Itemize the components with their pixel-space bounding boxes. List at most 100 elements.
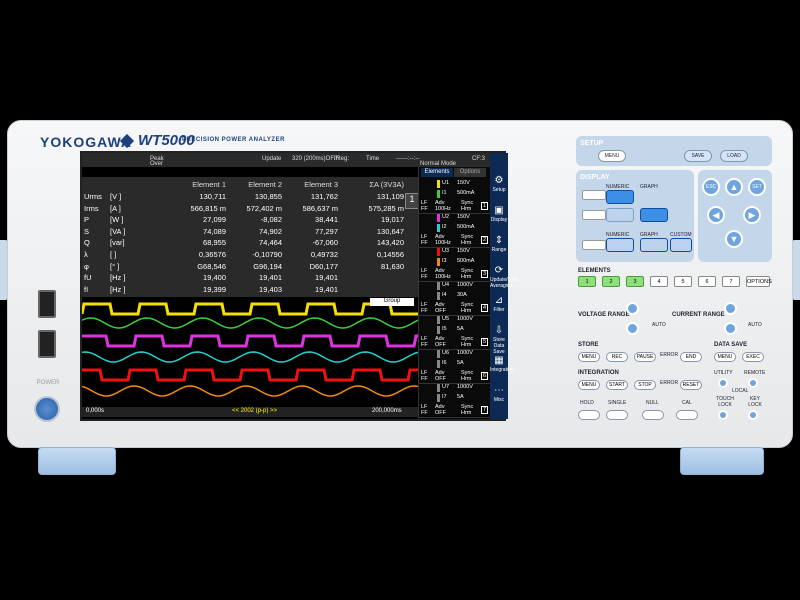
null-button[interactable]	[642, 410, 664, 420]
up-arrow-icon[interactable]: ▲	[725, 178, 743, 196]
save-button[interactable]: SAVE	[684, 150, 712, 162]
element-button-4[interactable]: 4	[650, 276, 668, 287]
current-auto[interactable]: AUTO	[748, 322, 762, 328]
table-cell: D60,177	[309, 261, 338, 271]
numeric-softkey-1[interactable]	[606, 190, 634, 204]
element-button-2[interactable]: 2	[602, 276, 620, 287]
left-foot	[38, 447, 116, 475]
table-cell: P	[84, 215, 90, 225]
menu-icon: ▦	[494, 355, 504, 366]
store-title: STORE	[578, 342, 599, 348]
table-cell: 131,109	[376, 192, 404, 201]
pause-button[interactable]: PAUSE	[634, 352, 656, 362]
menu-icon: ▣	[494, 205, 504, 216]
element-button-7[interactable]: 7	[722, 276, 740, 287]
numeric-softkey-2[interactable]	[606, 208, 634, 222]
reset-button[interactable]: RESET	[680, 380, 702, 390]
menu-item[interactable]: ▣ Display	[490, 205, 508, 235]
tab-options[interactable]: Options	[454, 168, 486, 177]
table-cell: 19,399	[203, 284, 226, 294]
element-button-6[interactable]: 6	[698, 276, 716, 287]
table-cell: 74,464	[259, 238, 282, 248]
table-row: λ [ ] 0,36576 -0,10790 0,49732 0,14556	[82, 249, 418, 261]
rec-button[interactable]: REC	[606, 352, 628, 362]
menu-item[interactable]: ⇩ Store Data Save	[490, 325, 508, 355]
i-color-swatch	[437, 224, 440, 232]
i-range: 5A	[457, 360, 464, 366]
integration-error-label: ERROR	[660, 380, 679, 386]
touch-screen[interactable]: Peak Over Update 320 (200ms)OF/F Integ: …	[80, 151, 518, 421]
integration-menu-button[interactable]: MENU	[578, 380, 600, 390]
element-button-1[interactable]: 1	[578, 276, 596, 287]
left-arrow-icon[interactable]: ◀	[707, 206, 725, 224]
layout-key-3[interactable]	[582, 240, 606, 250]
menu-item[interactable]: ⚙ Setup	[490, 175, 508, 205]
esc-button[interactable]: ESC	[702, 178, 720, 196]
custom-softkey[interactable]	[670, 238, 692, 252]
element-item[interactable]: U1 150V I1 500mA LF FF Adv 100Hz Sync Hrm 1	[419, 178, 491, 214]
down-arrow-icon[interactable]: ▼	[725, 230, 743, 248]
cal-button[interactable]	[676, 410, 698, 420]
element-buttons: 1 2 3 4 5 6 7 OPTIONS	[572, 276, 772, 290]
voltage-down-icon[interactable]	[626, 322, 639, 335]
element-number-box: 6	[481, 372, 488, 380]
element-item[interactable]: U2 150V I2 500mA LF FF Adv 100Hz Sync Hrm 2	[419, 212, 491, 248]
menu-item[interactable]: ⟳ Update/Data Averaging	[490, 265, 518, 295]
table-cell: 74,089	[203, 226, 226, 236]
element-item[interactable]: U6 1000V I6 5A LF FF Adv OFF Sync Hrm 6	[419, 348, 491, 384]
menu-button[interactable]: MENU	[598, 150, 626, 162]
voltage-auto[interactable]: AUTO	[652, 322, 666, 328]
touch-lock-button[interactable]	[718, 410, 728, 420]
data-save-menu-button[interactable]: MENU	[714, 352, 736, 362]
graph-softkey-3[interactable]	[640, 238, 668, 252]
options-button[interactable]: OPTIONS	[746, 276, 772, 287]
exec-button[interactable]: EXEC	[742, 352, 764, 362]
current-up-icon[interactable]	[724, 302, 737, 315]
table-cell: Irms	[84, 203, 99, 213]
stop-button[interactable]: STOP	[634, 380, 656, 390]
element-list: U1 150V I1 500mA LF FF Adv 100Hz Sync Hrm 1 U2 150V I…	[419, 178, 491, 418]
u-color-swatch	[437, 316, 440, 324]
current-down-icon[interactable]	[724, 322, 737, 335]
single-button[interactable]	[606, 410, 628, 420]
start-button[interactable]: START	[606, 380, 628, 390]
layout-key-1[interactable]	[582, 190, 606, 200]
u-range: 150V	[457, 248, 470, 254]
side-menu: ⚙ Setup ▣ Display ⇕ Range ⟳ Update/Data Averagi…	[490, 153, 518, 419]
element-button-3[interactable]: 3	[626, 276, 644, 287]
table-row: fU [Hz ] 19,400 19,401 19,401	[82, 272, 418, 284]
status-bar: Peak Over Update 320 (200ms)OF/F Integ: …	[82, 153, 504, 167]
element-item[interactable]: U5 1000V I5 5A LF FF Adv OFF Sync Hrm 5	[419, 314, 491, 350]
hold-button[interactable]	[578, 410, 600, 420]
waveform-trace-4	[82, 351, 418, 363]
element-button-5[interactable]: 5	[674, 276, 692, 287]
menu-item[interactable]: ▦ Integration	[490, 355, 514, 385]
waveform-svg	[82, 302, 418, 397]
element-item[interactable]: U4 1000V I4 30A LF FF Adv OFF Sync Hrm 4	[419, 280, 491, 316]
tab-elements[interactable]: Elements	[421, 168, 453, 177]
load-button[interactable]: LOAD	[720, 150, 748, 162]
layout-key-2[interactable]	[582, 210, 606, 220]
utility-button[interactable]	[718, 378, 728, 388]
right-arrow-icon[interactable]: ▶	[743, 206, 761, 224]
page-number[interactable]: 1	[405, 193, 419, 209]
group-label: Group	[370, 298, 414, 306]
power-button[interactable]	[34, 396, 60, 422]
menu-item[interactable]: ⇕ Range	[490, 235, 508, 265]
menu-item[interactable]: ⊿ Filter	[490, 295, 508, 325]
voltage-up-icon[interactable]	[626, 302, 639, 315]
set-button[interactable]: SET	[748, 178, 766, 196]
numeric-softkey-3[interactable]	[606, 238, 634, 252]
key-lock-button[interactable]	[748, 410, 758, 420]
i-label: I2	[442, 224, 447, 230]
element-item[interactable]: U3 150V I3 500mA LF FF Adv 100Hz Sync Hrm 3	[419, 246, 491, 282]
usb-port-2[interactable]	[38, 330, 56, 358]
graph-softkey-2[interactable]	[640, 208, 668, 222]
end-button[interactable]: END	[680, 352, 702, 362]
local-button[interactable]	[748, 378, 758, 388]
table-row: Q [var] 68,955 74,464 -67,060 143,420	[82, 237, 418, 249]
menu-item[interactable]: ⋯ Misc	[490, 385, 508, 415]
store-menu-button[interactable]: MENU	[578, 352, 600, 362]
usb-port-1[interactable]	[38, 290, 56, 318]
element-item[interactable]: U7 1000V I7 5A LF FF Adv OFF Sync Hrm 7	[419, 382, 491, 418]
